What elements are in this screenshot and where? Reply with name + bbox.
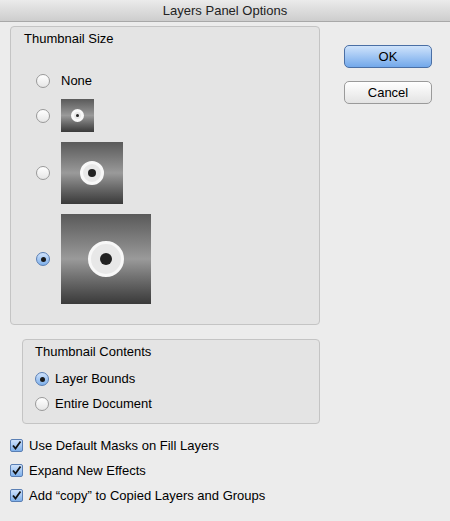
radio-button[interactable] bbox=[36, 252, 50, 266]
check-icon bbox=[11, 490, 22, 501]
group-title: Thumbnail Size bbox=[24, 31, 319, 47]
thumbnail-size-option[interactable] bbox=[36, 214, 319, 304]
thumbnail-size-group: Thumbnail Size None bbox=[10, 26, 320, 325]
thumbnail-contents-option[interactable]: Entire Document bbox=[35, 395, 319, 413]
checkbox[interactable] bbox=[10, 489, 23, 502]
radio-button[interactable] bbox=[36, 166, 50, 180]
checkbox-label: Add “copy” to Copied Layers and Groups bbox=[29, 488, 265, 504]
thumbnail-contents-option[interactable]: Layer Bounds bbox=[35, 370, 319, 388]
cancel-button[interactable]: Cancel bbox=[344, 81, 432, 104]
title-bar: Layers Panel Options bbox=[0, 0, 450, 22]
group-title: Thumbnail Contents bbox=[35, 344, 319, 360]
option-label: None bbox=[61, 73, 92, 89]
thumbnail-preview bbox=[61, 99, 94, 132]
window-title: Layers Panel Options bbox=[163, 1, 287, 21]
checkbox-label: Use Default Masks on Fill Layers bbox=[29, 438, 219, 454]
checkbox[interactable] bbox=[10, 464, 23, 477]
thumbnail-size-option[interactable] bbox=[36, 99, 319, 132]
radio-button[interactable] bbox=[36, 109, 50, 123]
option-checkbox-row[interactable]: Use Default Masks on Fill Layers bbox=[10, 433, 450, 458]
thumbnail-size-option[interactable] bbox=[36, 142, 319, 204]
radio-button[interactable] bbox=[36, 74, 50, 88]
dialog-window: Layers Panel OptionsThumbnail SizeNoneTh… bbox=[0, 0, 450, 521]
check-icon bbox=[11, 440, 22, 451]
checkbox[interactable] bbox=[10, 439, 23, 452]
thumbnail-preview bbox=[61, 214, 151, 304]
thumbnail-size-option[interactable]: None bbox=[36, 73, 319, 89]
option-checkbox-row[interactable]: Add “copy” to Copied Layers and Groups bbox=[10, 483, 450, 508]
check-icon bbox=[11, 465, 22, 476]
option-label: Entire Document bbox=[55, 396, 152, 412]
checkbox-label: Expand New Effects bbox=[29, 463, 146, 479]
thumbnail-contents-group: Thumbnail Contents Layer Bounds Entire Doc… bbox=[22, 339, 320, 424]
thumbnail-preview bbox=[61, 142, 123, 204]
radio-button[interactable] bbox=[35, 397, 49, 411]
option-checkbox-row[interactable]: Expand New Effects bbox=[10, 458, 450, 483]
ok-button[interactable]: OK bbox=[344, 45, 432, 68]
option-label: Layer Bounds bbox=[55, 371, 135, 387]
radio-button[interactable] bbox=[35, 372, 49, 386]
